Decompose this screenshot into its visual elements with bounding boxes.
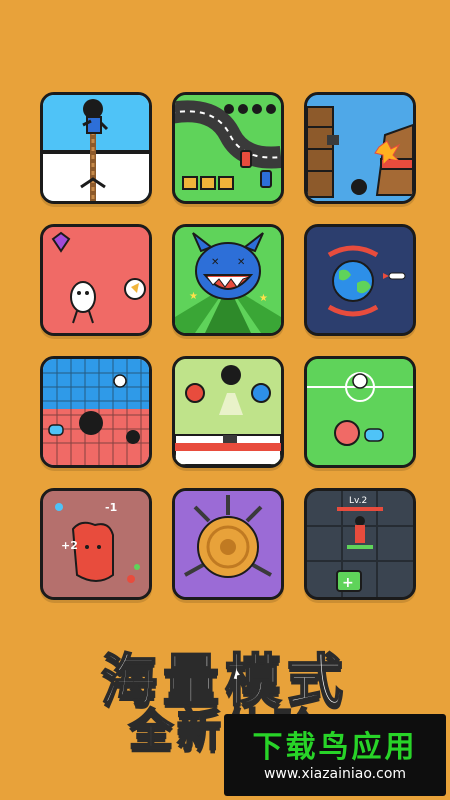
tower-level-illustration: Lv.2 +	[307, 491, 413, 597]
race-track-illustration	[175, 95, 281, 201]
tile-knight-battle[interactable]	[172, 356, 284, 468]
tile-grid-shooter[interactable]	[40, 356, 152, 468]
minus-score-label: -1	[105, 501, 117, 514]
ship-cannon-illustration	[307, 95, 413, 201]
svg-text:✕: ✕	[237, 257, 245, 268]
tile-race-track[interactable]	[172, 92, 284, 204]
tile-planet-defense[interactable]	[304, 224, 416, 336]
rope-climb-illustration	[43, 95, 149, 201]
tile-tower-level[interactable]: Lv.2 +	[304, 488, 416, 600]
planet-defense-illustration	[307, 227, 413, 333]
gem-runner-illustration	[43, 227, 149, 333]
soccer-illustration	[307, 359, 413, 465]
tile-rope-climb[interactable]	[40, 92, 152, 204]
watermark-title: 下载鸟应用	[252, 730, 418, 765]
tile-knife-hit[interactable]	[172, 488, 284, 600]
tile-gem-runner[interactable]	[40, 224, 152, 336]
monster-smash-illustration: ✕ ✕ ★ ★	[175, 227, 281, 333]
watermark-banner: 下载鸟应用 www.xiazainiao.com	[224, 714, 446, 796]
svg-text:★: ★	[259, 293, 268, 304]
knight-battle-illustration	[175, 359, 281, 465]
knife-hit-illustration	[175, 491, 281, 597]
tile-ship-cannon[interactable]	[304, 92, 416, 204]
plus-score-label: +2	[61, 539, 78, 552]
level-label: Lv.2	[349, 496, 367, 506]
svg-text:✕: ✕	[211, 257, 219, 268]
svg-text:+: +	[342, 575, 354, 591]
tile-soccer[interactable]	[304, 356, 416, 468]
game-mode-grid: ✕ ✕ ★ ★ -1 +2 Lv.2 +	[40, 92, 416, 600]
grid-shooter-illustration	[43, 359, 149, 465]
tile-monster-smash[interactable]: ✕ ✕ ★ ★	[172, 224, 284, 336]
tile-blob-eater[interactable]: -1 +2	[40, 488, 152, 600]
watermark-url: www.xiazainiao.com	[263, 766, 407, 782]
svg-text:★: ★	[189, 291, 198, 302]
blob-eater-illustration: -1 +2	[43, 491, 149, 597]
